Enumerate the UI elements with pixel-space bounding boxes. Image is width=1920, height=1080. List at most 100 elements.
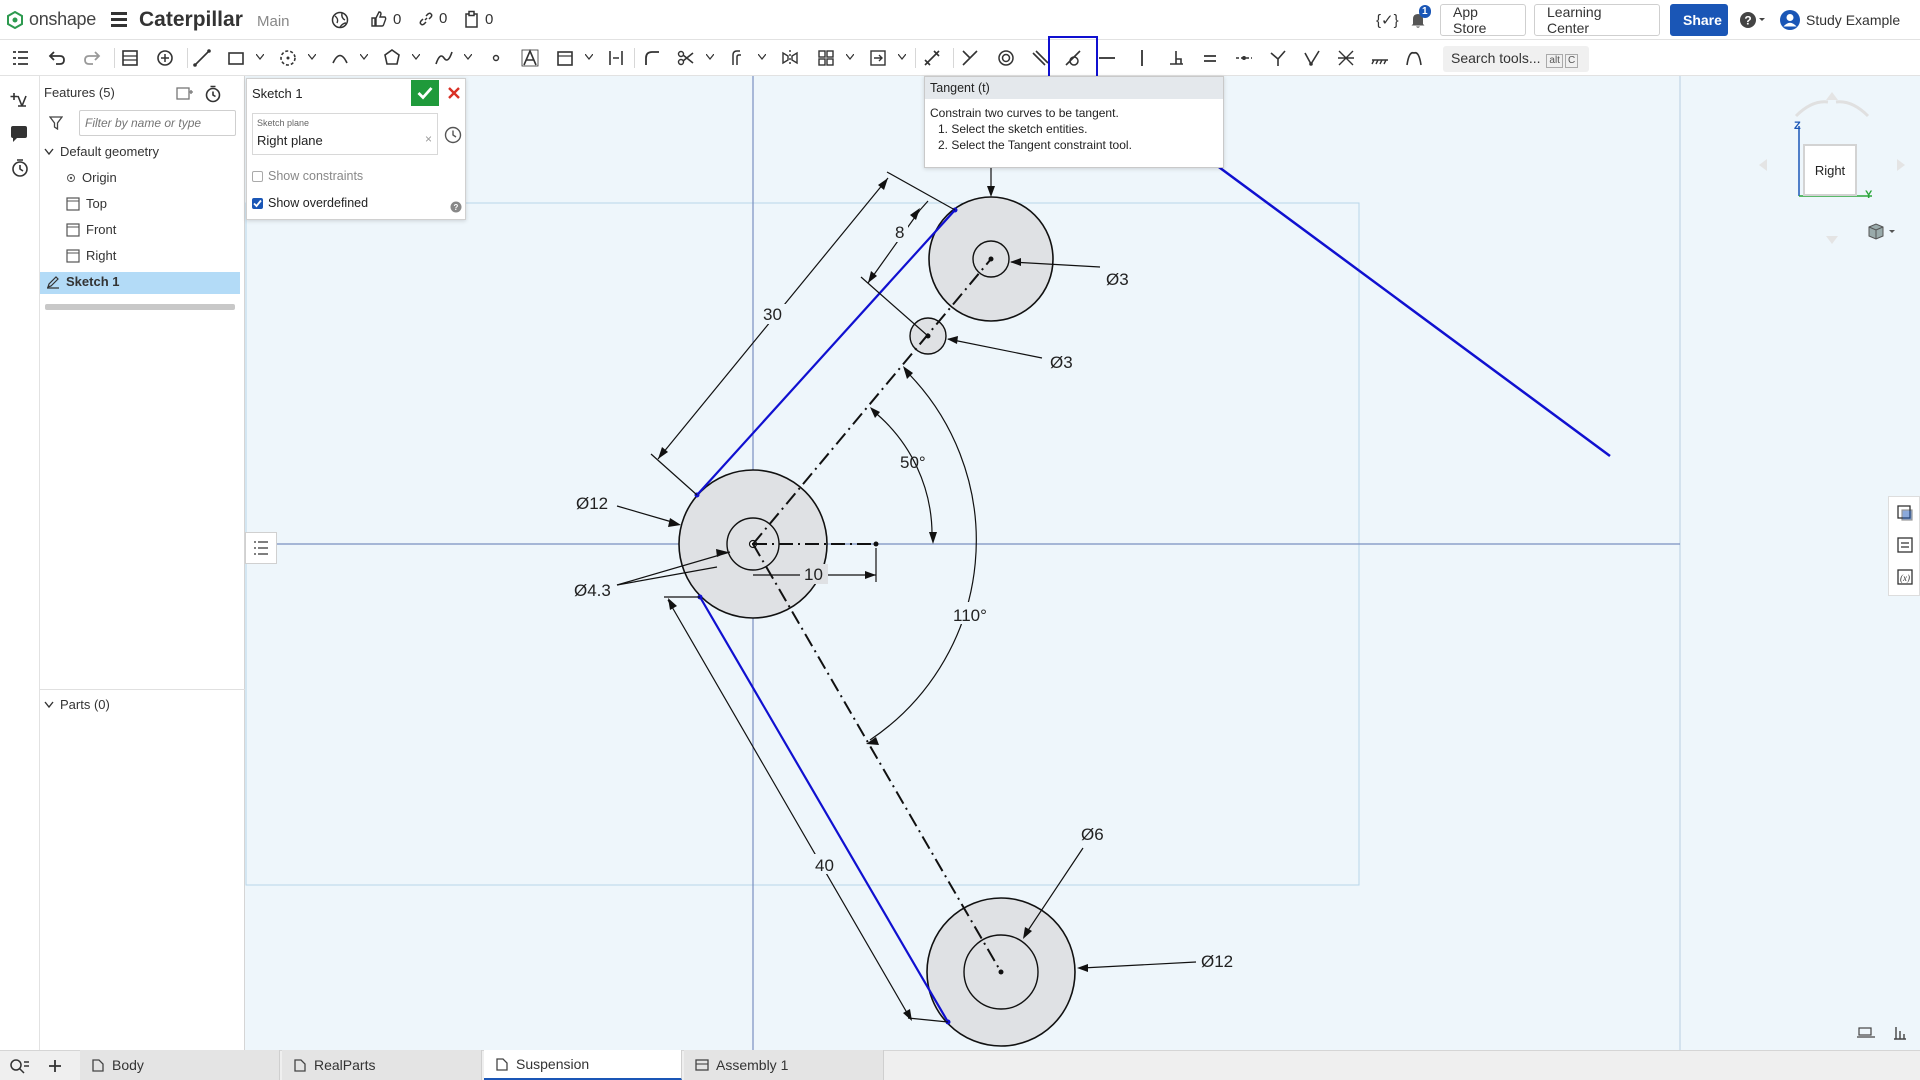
circle-tool-icon[interactable] (278, 48, 298, 68)
curvature-constraint-icon[interactable] (1404, 48, 1424, 68)
angle-50-arc[interactable] (871, 409, 933, 539)
spline-tool-icon[interactable] (434, 48, 454, 68)
onshape-logo-icon[interactable] (6, 11, 24, 29)
sketch-settings-clock-icon[interactable] (444, 126, 462, 144)
chevron-down-icon[interactable] (256, 54, 264, 60)
dim-label-dia12-bottom[interactable]: Ø12 (1201, 952, 1233, 971)
feature-list-scrollbar[interactable] (45, 304, 235, 310)
help-icon[interactable]: ? (1739, 11, 1767, 29)
units-icon[interactable] (1856, 1024, 1876, 1040)
dim-label-dia12-left[interactable]: Ø12 (576, 494, 608, 513)
comments-icon[interactable] (9, 124, 29, 144)
rollback-timer-icon[interactable] (204, 85, 222, 103)
chevron-down-icon[interactable] (360, 54, 368, 60)
code-icon[interactable]: {✓} (1376, 11, 1399, 29)
chevron-down-icon[interactable] (464, 54, 472, 60)
perpendicular-constraint-icon[interactable] (1166, 48, 1186, 68)
chevron-down-icon[interactable] (706, 54, 714, 60)
add-folder-icon[interactable] (176, 86, 194, 102)
construction-icon[interactable] (606, 48, 626, 68)
share-button[interactable]: Share (1670, 4, 1728, 36)
cancel-button[interactable] (443, 80, 465, 106)
parallel-constraint-icon[interactable] (1030, 48, 1050, 68)
tree-item-front[interactable]: Front (66, 222, 116, 237)
branch-name[interactable]: Main (257, 13, 290, 30)
show-constraints-row[interactable]: Show constraints (252, 169, 363, 183)
sketch-drawing[interactable]: 30 8 Ø3 Ø3 50° Ø12 Ø4.3 10 110° 40 Ø6 Ø1… (245, 76, 1920, 1050)
chevron-down-icon[interactable] (308, 54, 316, 60)
angle-110-arc[interactable] (869, 369, 977, 741)
lower-link-line[interactable] (699, 596, 949, 1023)
mirror-tool-icon[interactable] (780, 48, 800, 68)
rectangle-tool-icon[interactable] (226, 48, 246, 68)
measure-icon[interactable] (1891, 1024, 1909, 1042)
hamburger-menu-icon[interactable] (111, 12, 127, 27)
dim-label-angle-50[interactable]: 50° (900, 453, 926, 472)
pierce-constraint-icon[interactable] (1302, 48, 1322, 68)
offset-tool-icon[interactable] (728, 48, 748, 68)
symmetric-constraint-icon[interactable] (1336, 48, 1356, 68)
default-geometry-folder[interactable]: Default geometry (44, 144, 159, 159)
graphics-canvas[interactable]: 30 8 Ø3 Ø3 50° Ø12 Ø4.3 10 110° 40 Ø6 Ø1… (245, 76, 1920, 1050)
equal-constraint-icon[interactable] (1200, 48, 1220, 68)
vertical-constraint-icon[interactable] (1132, 48, 1152, 68)
use-icon[interactable] (155, 48, 175, 68)
links[interactable]: 0 (418, 10, 447, 27)
trim-tool-icon[interactable] (676, 48, 696, 68)
tree-item-right[interactable]: Right (66, 248, 116, 263)
insert-image-icon[interactable] (555, 48, 575, 68)
polygon-tool-icon[interactable] (382, 48, 402, 68)
dim-label-30[interactable]: 30 (763, 305, 782, 324)
globe-icon[interactable] (331, 11, 349, 29)
view-cube-face[interactable]: Right (1803, 144, 1857, 196)
tab-manager-icon[interactable] (8, 1057, 30, 1075)
sketch-list-toggle[interactable] (245, 532, 277, 564)
horizontal-constraint-icon[interactable] (1097, 48, 1117, 68)
variables-panel-icon[interactable]: (x) (1895, 567, 1915, 587)
point-tool-icon[interactable] (486, 48, 506, 68)
dimension-8-lines[interactable] (860, 200, 929, 337)
show-overdefined-row[interactable]: Show overdefined (252, 196, 368, 210)
fix-constraint-icon[interactable] (1370, 48, 1390, 68)
insert-feature-icon[interactable] (10, 90, 30, 110)
show-constraints-checkbox[interactable] (252, 170, 263, 182)
configurations-panel-icon[interactable] (1895, 535, 1915, 555)
dim-label-40[interactable]: 40 (815, 856, 834, 875)
tree-item-top[interactable]: Top (66, 196, 107, 211)
parts-folder[interactable]: Parts (0) (44, 697, 110, 712)
chevron-down-icon[interactable] (412, 54, 420, 60)
undo-icon[interactable] (47, 48, 67, 68)
tab-assembly-1[interactable]: Assembly 1 (684, 1050, 884, 1080)
redo-icon[interactable] (82, 48, 102, 68)
document-title[interactable]: Caterpillar (139, 8, 243, 32)
search-tools-input[interactable]: Search tools... alt C (1443, 46, 1589, 72)
dim-label-dia4-3[interactable]: Ø4.3 (574, 581, 611, 600)
sketch-plane-clear-button[interactable]: × (425, 132, 432, 146)
chevron-down-icon[interactable] (585, 54, 593, 60)
dim-label-dia3-mid[interactable]: Ø3 (1050, 353, 1073, 372)
dim-label-8[interactable]: 8 (895, 223, 904, 242)
midpoint-constraint-icon[interactable] (1234, 48, 1254, 68)
dim-label-angle-110[interactable]: 110° (953, 606, 987, 625)
dimension-40-lines[interactable] (664, 596, 949, 1023)
help-icon[interactable]: ? (450, 201, 462, 213)
pattern-tool-icon[interactable] (816, 48, 836, 68)
chevron-down-icon[interactable] (44, 701, 54, 709)
appearance-panel-icon[interactable] (1895, 503, 1915, 523)
likes[interactable]: 0 (370, 10, 401, 28)
dim-label-10[interactable]: 10 (804, 565, 823, 584)
chevron-down-icon[interactable] (44, 148, 54, 156)
view-options-icon[interactable] (1866, 222, 1898, 242)
feature-list-icon[interactable] (10, 48, 30, 68)
user-avatar-icon[interactable] (1779, 9, 1801, 31)
coincident-constraint-icon[interactable] (960, 48, 980, 68)
filter-icon[interactable] (49, 116, 63, 130)
tree-item-origin[interactable]: Origin (66, 170, 117, 185)
tree-item-sketch-1[interactable]: Sketch 1 (46, 274, 119, 289)
copies[interactable]: 0 (464, 10, 493, 28)
sketch-plane-field[interactable]: Sketch plane Right plane × (252, 113, 438, 155)
text-tool-icon[interactable] (520, 48, 540, 68)
parts-divider[interactable] (40, 689, 245, 690)
history-icon[interactable] (10, 158, 30, 178)
chevron-down-icon[interactable] (758, 54, 766, 60)
